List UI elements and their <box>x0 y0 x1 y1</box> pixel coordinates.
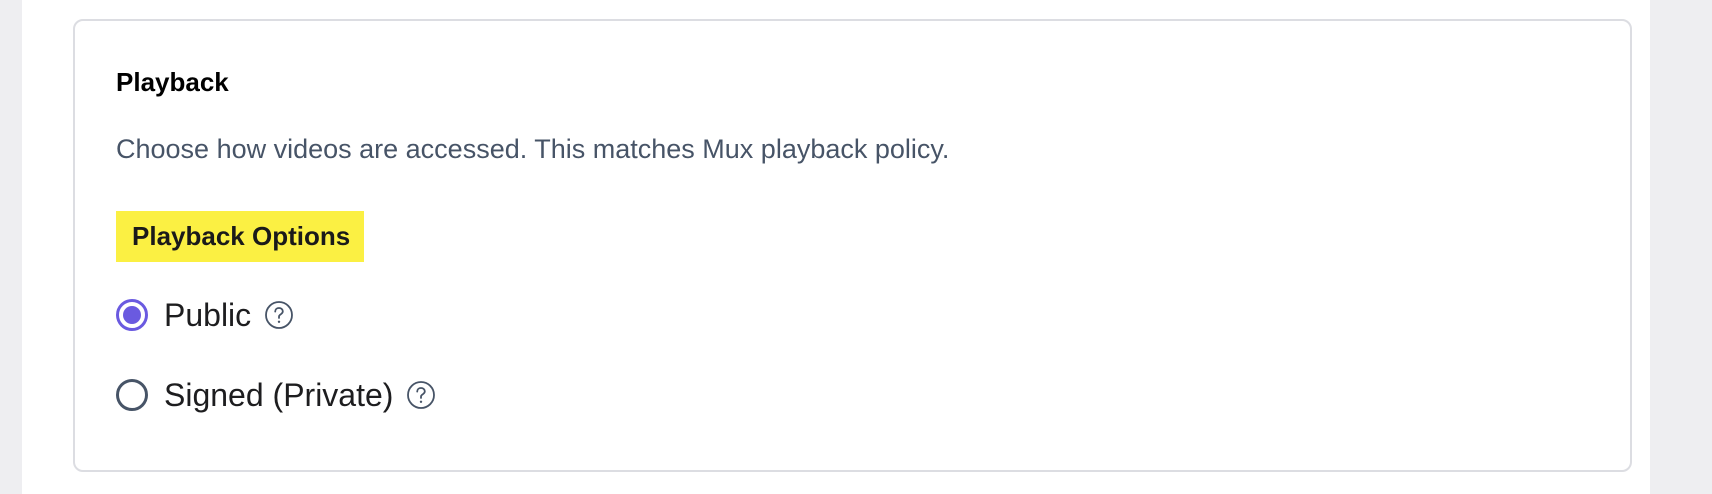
section-description: Choose how videos are accessed. This mat… <box>116 134 950 164</box>
radio-label-signed-private[interactable]: Signed (Private) <box>164 375 393 415</box>
radio-option-public[interactable]: Public <box>116 295 294 335</box>
question-circle-icon[interactable] <box>264 300 294 330</box>
radio-option-signed-private[interactable]: Signed (Private) <box>116 375 436 415</box>
playback-options-label: Playback Options <box>116 211 365 262</box>
question-circle-icon[interactable] <box>406 380 436 410</box>
radio-button-public[interactable] <box>116 299 148 331</box>
section-title: Playback <box>116 67 229 97</box>
radio-label-public[interactable]: Public <box>164 295 251 335</box>
playback-settings-card: Playback Choose how videos are accessed.… <box>73 19 1632 472</box>
radio-button-signed-private[interactable] <box>116 379 148 411</box>
settings-page: Playback Choose how videos are accessed.… <box>22 0 1650 494</box>
